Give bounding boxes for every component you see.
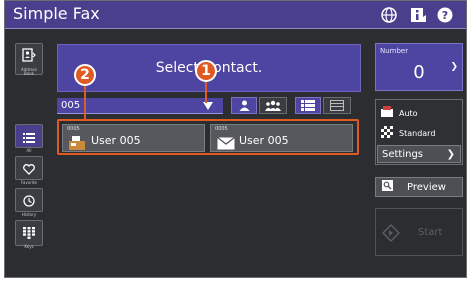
user-entry-name: User 005	[239, 134, 289, 147]
start-button[interactable]: Start	[375, 208, 463, 256]
address-book-icon	[22, 47, 36, 66]
detail-view-toggle[interactable]	[323, 97, 351, 114]
info-icon[interactable]	[409, 6, 427, 24]
keypad-icon	[23, 224, 35, 243]
list-icon	[23, 128, 35, 147]
list-view-toggle[interactable]	[295, 97, 321, 114]
sidebar-item-label: Favorite	[21, 180, 37, 185]
fax-icon	[69, 135, 85, 154]
settings-panel: Auto Standard Settings ❯	[375, 99, 463, 165]
heart-icon	[23, 160, 35, 179]
list-view-icon	[301, 96, 315, 115]
fax-app-window: Simple Fax ? Address Book All Favorite H…	[4, 0, 467, 278]
preview-label: Preview	[407, 181, 446, 193]
resolution-icon	[381, 126, 393, 140]
search-value: 005	[61, 100, 81, 111]
callout-1: 1	[195, 60, 217, 82]
settings-button-label: Settings	[382, 148, 424, 160]
preview-icon	[382, 180, 393, 194]
settings-button[interactable]: Settings ❯	[377, 145, 461, 163]
sidebar-item-address-book[interactable]: Address Book	[15, 43, 43, 76]
callout-label: 2	[80, 67, 90, 83]
globe-icon[interactable]	[380, 6, 398, 24]
group-icon	[265, 96, 281, 115]
setting-paper-label: Auto	[399, 108, 418, 118]
callout-2: 2	[74, 64, 96, 86]
start-label: Start	[418, 227, 443, 238]
chevron-right-icon: ❯	[450, 62, 458, 72]
svg-text:?: ?	[442, 9, 448, 22]
single-user-icon	[239, 96, 250, 115]
history-icon	[23, 192, 35, 211]
sidebar-item-label: History	[21, 212, 37, 217]
chevron-right-icon: ❯	[446, 148, 455, 160]
sidebar-item-label: Keys	[24, 244, 34, 249]
user-entry-number: 0005	[215, 126, 228, 132]
preview-button[interactable]: Preview	[375, 177, 463, 197]
app-title: Simple Fax	[13, 4, 100, 23]
user-entry-name: User 005	[91, 134, 141, 147]
group-toggle[interactable]	[259, 97, 287, 114]
sidebar-item-label: All	[26, 148, 32, 153]
sidebar-item-label: Address Book	[21, 67, 37, 76]
start-icon	[382, 224, 400, 245]
paper-icon	[381, 106, 393, 120]
sidebar-item-favorite[interactable]: Favorite	[15, 156, 43, 185]
title-bar: Simple Fax ?	[5, 1, 466, 29]
callout-2-leader	[84, 86, 86, 119]
search-results-highlight: 0005 User 005 0005 User 005	[57, 119, 359, 155]
search-input[interactable]: 005	[57, 98, 223, 114]
setting-paper: Auto	[381, 106, 418, 120]
sidebar-item-history[interactable]: History	[15, 188, 43, 217]
number-label: Number	[380, 47, 409, 55]
user-entry-number: 0005	[67, 126, 80, 132]
setting-resolution-label: Standard	[399, 128, 436, 138]
number-value: 0	[413, 62, 425, 83]
single-user-toggle[interactable]	[231, 97, 257, 114]
callout-1-leader	[205, 82, 207, 103]
help-icon[interactable]: ?	[436, 6, 454, 24]
email-icon	[217, 135, 235, 154]
search-dropdown-arrow-icon[interactable]	[203, 102, 213, 110]
callout-label: 1	[201, 63, 211, 79]
user-entry-fax[interactable]: 0005 User 005	[62, 124, 205, 152]
user-entry-email[interactable]: 0005 User 005	[210, 124, 353, 152]
detail-view-icon	[330, 96, 344, 115]
sidebar-item-all[interactable]: All	[15, 124, 43, 153]
sidebar-item-keys[interactable]: Keys	[15, 220, 43, 249]
setting-resolution: Standard	[381, 126, 435, 140]
number-panel[interactable]: Number 0 ❯	[375, 43, 463, 91]
